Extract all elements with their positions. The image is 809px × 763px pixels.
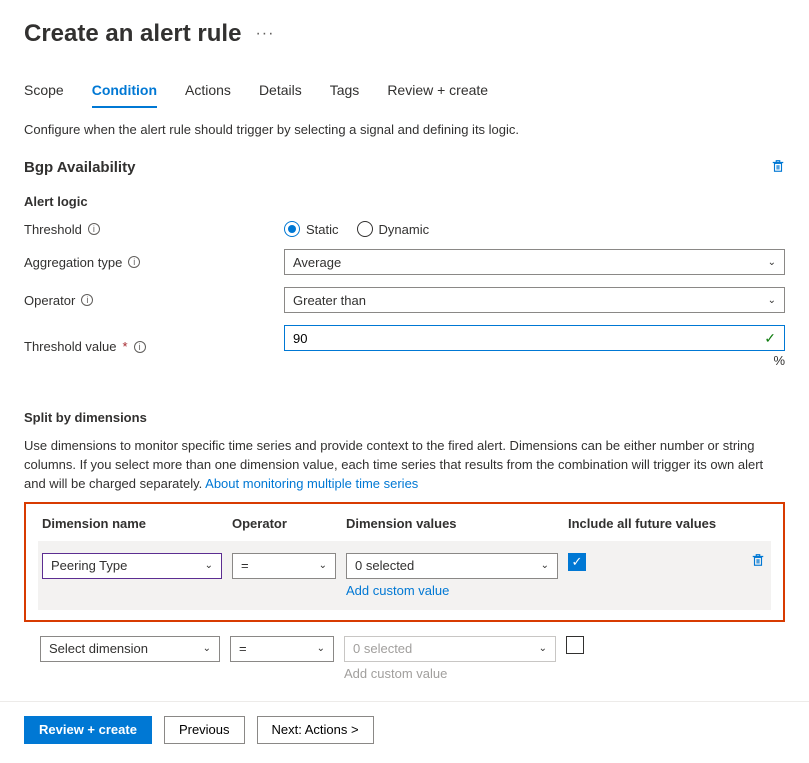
dimension-row: Select dimension ⌄ = ⌄ 0 selected ⌄ Add … (24, 628, 785, 681)
alert-logic-heading: Alert logic (24, 194, 785, 209)
add-custom-value-link: Add custom value (344, 666, 556, 681)
threshold-value-label: Threshold value (24, 339, 117, 354)
dimension-name-select[interactable]: Peering Type ⌄ (42, 553, 222, 579)
split-heading: Split by dimensions (24, 410, 785, 425)
dimension-name-select[interactable]: Select dimension ⌄ (40, 636, 220, 662)
dimension-name-value: Select dimension (49, 641, 148, 656)
aggregation-value: Average (293, 255, 341, 270)
dim-header-val: Dimension values (346, 516, 568, 531)
review-create-button[interactable]: Review + create (24, 716, 152, 744)
operator-label: Operator (24, 293, 75, 308)
tab-scope[interactable]: Scope (24, 76, 64, 106)
chevron-down-icon: ⌄ (203, 643, 211, 654)
include-future-checkbox[interactable]: ✓ (568, 553, 586, 571)
info-icon[interactable]: i (88, 223, 100, 235)
dimensions-highlight-box: Dimension name Operator Dimension values… (24, 502, 785, 622)
threshold-value-field[interactable] (293, 331, 764, 346)
more-actions-icon[interactable]: ··· (255, 25, 274, 43)
operator-select[interactable]: Greater than ⌄ (284, 287, 785, 313)
add-custom-value-link[interactable]: Add custom value (346, 583, 558, 598)
dimension-operator-value: = (239, 641, 247, 656)
tab-actions[interactable]: Actions (185, 76, 231, 106)
chevron-down-icon: ⌄ (319, 560, 327, 571)
chevron-down-icon: ⌄ (317, 643, 325, 654)
tab-tags[interactable]: Tags (330, 76, 360, 106)
chevron-down-icon: ⌄ (768, 257, 776, 268)
threshold-dynamic-label: Dynamic (379, 222, 430, 237)
tab-condition[interactable]: Condition (92, 76, 157, 108)
delete-signal-icon[interactable] (771, 159, 785, 176)
dimension-operator-select[interactable]: = ⌄ (232, 553, 336, 579)
signal-name: Bgp Availability (24, 159, 135, 176)
threshold-label: Threshold (24, 222, 82, 237)
split-doc-link[interactable]: About monitoring multiple time series (205, 476, 418, 491)
dimension-values-value: 0 selected (355, 558, 414, 573)
split-description: Use dimensions to monitor specific time … (24, 437, 785, 494)
threshold-static-label: Static (306, 222, 339, 237)
operator-value: Greater than (293, 293, 366, 308)
threshold-dynamic-radio[interactable]: Dynamic (357, 221, 430, 237)
next-button[interactable]: Next: Actions > (257, 716, 374, 744)
dim-header-future: Include all future values (568, 516, 767, 531)
aggregation-label: Aggregation type (24, 255, 122, 270)
threshold-value-input[interactable]: ✓ (284, 325, 785, 351)
tabs: Scope Condition Actions Details Tags Rev… (24, 76, 785, 106)
aggregation-select[interactable]: Average ⌄ (284, 249, 785, 275)
chevron-down-icon: ⌄ (539, 643, 547, 654)
threshold-static-radio[interactable]: Static (284, 221, 339, 237)
info-icon[interactable]: i (134, 341, 146, 353)
delete-dimension-icon[interactable] (751, 553, 765, 570)
info-icon[interactable]: i (128, 256, 140, 268)
page-title: Create an alert rule (24, 20, 241, 48)
tab-details[interactable]: Details (259, 76, 302, 106)
dimension-operator-select[interactable]: = ⌄ (230, 636, 334, 662)
chevron-down-icon: ⌄ (768, 295, 776, 306)
valid-checkmark-icon: ✓ (764, 330, 776, 347)
chevron-down-icon: ⌄ (205, 560, 213, 571)
dimension-name-value: Peering Type (51, 558, 127, 573)
include-future-checkbox[interactable] (566, 636, 584, 654)
condition-description: Configure when the alert rule should tri… (24, 122, 785, 137)
chevron-down-icon: ⌄ (541, 560, 549, 571)
dimension-row: Peering Type ⌄ = ⌄ 0 selected ⌄ Add cust… (38, 541, 771, 610)
dimension-values-select[interactable]: 0 selected ⌄ (344, 636, 556, 662)
dimension-values-select[interactable]: 0 selected ⌄ (346, 553, 558, 579)
dim-header-op: Operator (232, 516, 346, 531)
tab-review[interactable]: Review + create (387, 76, 488, 106)
dimension-values-value: 0 selected (353, 641, 412, 656)
dimension-operator-value: = (241, 558, 249, 573)
threshold-unit: % (284, 353, 785, 368)
previous-button[interactable]: Previous (164, 716, 245, 744)
required-indicator: * (123, 339, 128, 354)
footer-actions: Review + create Previous Next: Actions > (0, 701, 809, 758)
dim-header-name: Dimension name (42, 516, 232, 531)
info-icon[interactable]: i (81, 294, 93, 306)
